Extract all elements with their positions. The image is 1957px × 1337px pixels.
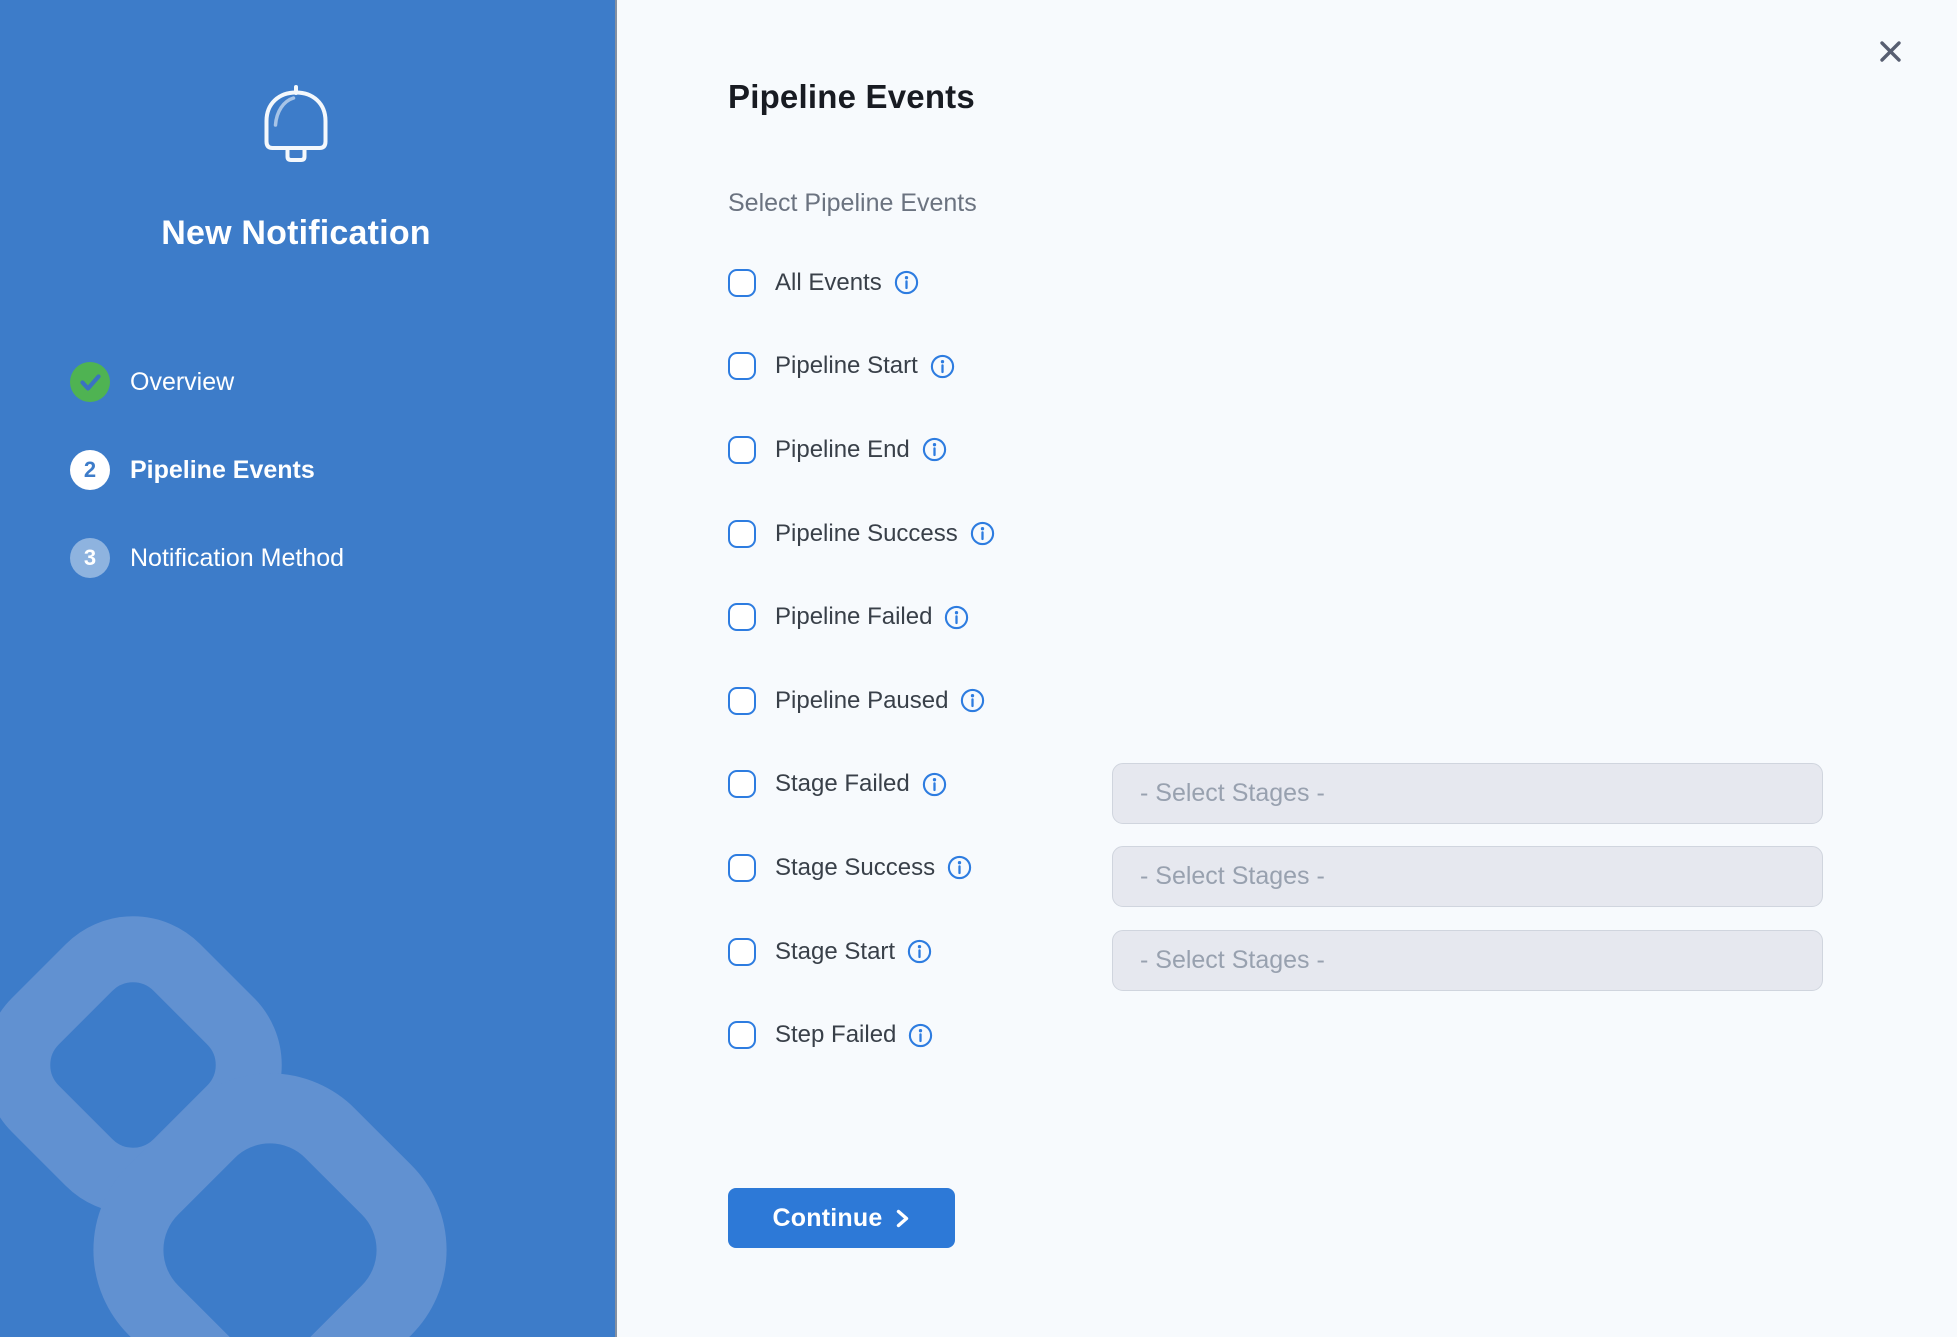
info-icon[interactable] <box>907 1022 934 1049</box>
event-row: Pipeline Start <box>728 325 1888 409</box>
info-icon[interactable] <box>929 353 956 380</box>
close-icon <box>1877 38 1904 65</box>
stage-select[interactable]: - Select Stages - <box>1112 763 1823 824</box>
continue-button[interactable]: Continue <box>728 1188 955 1248</box>
steps-list: Overview 2 Pipeline Events 3 Notificatio… <box>70 362 344 626</box>
event-label: All Events <box>775 269 882 297</box>
event-checkbox[interactable] <box>728 352 756 380</box>
brand-watermark-logo <box>0 860 617 1337</box>
event-label: Step Failed <box>775 1021 896 1049</box>
event-checkbox[interactable] <box>728 770 756 798</box>
info-icon[interactable] <box>893 269 920 296</box>
stage-select-value: - Select Stages - <box>1140 862 1325 891</box>
event-checkbox[interactable] <box>728 1021 756 1049</box>
event-checkbox[interactable] <box>728 269 756 297</box>
step-label: Overview <box>130 368 234 397</box>
step-item-pipeline-events[interactable]: 2 Pipeline Events <box>70 450 344 490</box>
event-label: Pipeline Paused <box>775 687 948 715</box>
event-checkbox[interactable] <box>728 687 756 715</box>
step-label: Pipeline Events <box>130 456 315 485</box>
step-item-notification-method[interactable]: 3 Notification Method <box>70 538 344 578</box>
event-row: Pipeline Failed <box>728 575 1888 659</box>
event-row: All Events <box>728 241 1888 325</box>
info-icon[interactable] <box>906 938 933 965</box>
new-notification-modal: New Notification Overview 2 Pipeline Eve… <box>0 0 1957 1337</box>
step-number: 2 <box>70 450 110 490</box>
event-checkbox[interactable] <box>728 603 756 631</box>
stage-select[interactable]: - Select Stages - <box>1112 846 1823 907</box>
info-icon[interactable] <box>969 520 996 547</box>
stage-select-value: - Select Stages - <box>1140 946 1325 975</box>
info-icon[interactable] <box>959 687 986 714</box>
event-checkbox[interactable] <box>728 436 756 464</box>
event-row: Stage Success - Select Stages - <box>728 826 1888 910</box>
event-label: Stage Start <box>775 938 895 966</box>
event-label: Pipeline Start <box>775 352 918 380</box>
chevron-right-icon <box>895 1208 910 1229</box>
stage-select[interactable]: - Select Stages - <box>1112 930 1823 991</box>
sidebar-title: New Notification <box>0 214 592 253</box>
event-row: Pipeline End <box>728 408 1888 492</box>
notification-bell-icon <box>263 84 329 168</box>
step-number: 3 <box>70 538 110 578</box>
event-row: Step Failed <box>728 993 1888 1077</box>
step-item-overview[interactable]: Overview <box>70 362 344 402</box>
event-label: Stage Success <box>775 854 935 882</box>
panel-subtitle: Select Pipeline Events <box>728 189 977 218</box>
event-row: Stage Failed - Select Stages - <box>728 743 1888 827</box>
event-label: Stage Failed <box>775 770 910 798</box>
event-label: Pipeline Success <box>775 520 958 548</box>
sidebar: New Notification Overview 2 Pipeline Eve… <box>0 0 617 1337</box>
info-icon[interactable] <box>943 604 970 631</box>
event-row: Pipeline Paused <box>728 659 1888 743</box>
pipeline-events-panel: Pipeline Events Select Pipeline Events A… <box>617 0 1957 1337</box>
info-icon[interactable] <box>921 436 948 463</box>
event-checkbox[interactable] <box>728 520 756 548</box>
event-label: Pipeline Failed <box>775 603 932 631</box>
sidebar-header: New Notification <box>0 84 592 253</box>
event-checkbox[interactable] <box>728 854 756 882</box>
event-row: Stage Start - Select Stages - <box>728 910 1888 994</box>
panel-title: Pipeline Events <box>728 78 975 116</box>
info-icon[interactable] <box>946 854 973 881</box>
stage-select-value: - Select Stages - <box>1140 779 1325 808</box>
info-icon[interactable] <box>921 771 948 798</box>
event-label: Pipeline End <box>775 436 910 464</box>
event-row: Pipeline Success <box>728 492 1888 576</box>
step-check-icon <box>70 362 110 402</box>
events-list: All Events Pipeline Start Pipeline End <box>728 241 1888 1077</box>
event-checkbox[interactable] <box>728 938 756 966</box>
close-button[interactable] <box>1872 33 1908 69</box>
step-label: Notification Method <box>130 544 344 573</box>
continue-button-label: Continue <box>773 1204 883 1233</box>
